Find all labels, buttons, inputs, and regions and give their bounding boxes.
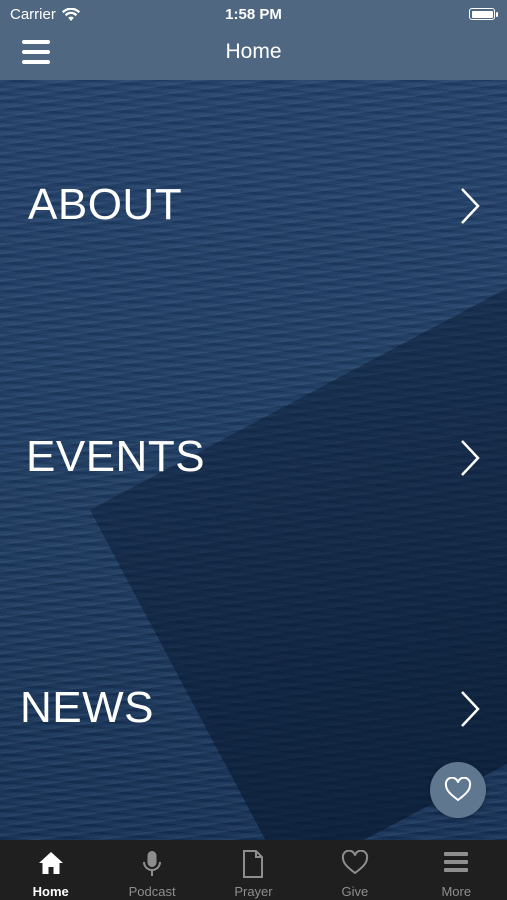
menu-row-label: EVENTS xyxy=(26,432,206,481)
tab-label: More xyxy=(441,884,472,899)
ocean-background-image: ABOUT EVENTS NEWS xyxy=(0,80,507,840)
tab-label: Give xyxy=(341,884,369,899)
menu-icon xyxy=(444,852,469,872)
menu-row-label: ABOUT xyxy=(28,180,183,229)
heart-icon xyxy=(444,777,472,802)
tab-label: Podcast xyxy=(128,884,176,899)
home-icon xyxy=(38,852,63,874)
tab-give[interactable]: Give xyxy=(305,840,405,900)
document-icon xyxy=(243,850,264,878)
status-bar: Carrier 1:58 PM xyxy=(0,0,507,28)
menu-row-label: NEWS xyxy=(20,683,154,732)
tab-prayer[interactable]: Prayer xyxy=(203,840,303,900)
page-title: Home xyxy=(225,40,282,63)
heart-icon xyxy=(341,850,368,875)
tab-more[interactable]: More xyxy=(406,840,506,900)
chevron-right-icon xyxy=(461,188,480,224)
menu-row-news[interactable]: NEWS xyxy=(0,665,507,755)
tab-home[interactable]: Home xyxy=(1,840,101,900)
tab-bar: Home Podcast Prayer Give More xyxy=(0,840,507,900)
chevron-right-icon xyxy=(461,440,480,476)
microphone-icon xyxy=(143,851,162,876)
favorite-button[interactable] xyxy=(430,762,486,818)
tab-label: Prayer xyxy=(234,884,273,899)
menu-row-about[interactable]: ABOUT xyxy=(0,162,507,252)
battery-tip xyxy=(496,12,498,17)
menu-row-events[interactable]: EVENTS xyxy=(0,414,507,504)
tab-podcast[interactable]: Podcast xyxy=(102,840,202,900)
battery-icon xyxy=(469,8,495,20)
nav-bar: Home xyxy=(0,30,507,76)
chevron-right-icon xyxy=(461,691,480,727)
tab-label: Home xyxy=(32,884,69,899)
status-time: 1:58 PM xyxy=(225,6,282,23)
app-header: Carrier 1:58 PM Home xyxy=(0,0,507,80)
